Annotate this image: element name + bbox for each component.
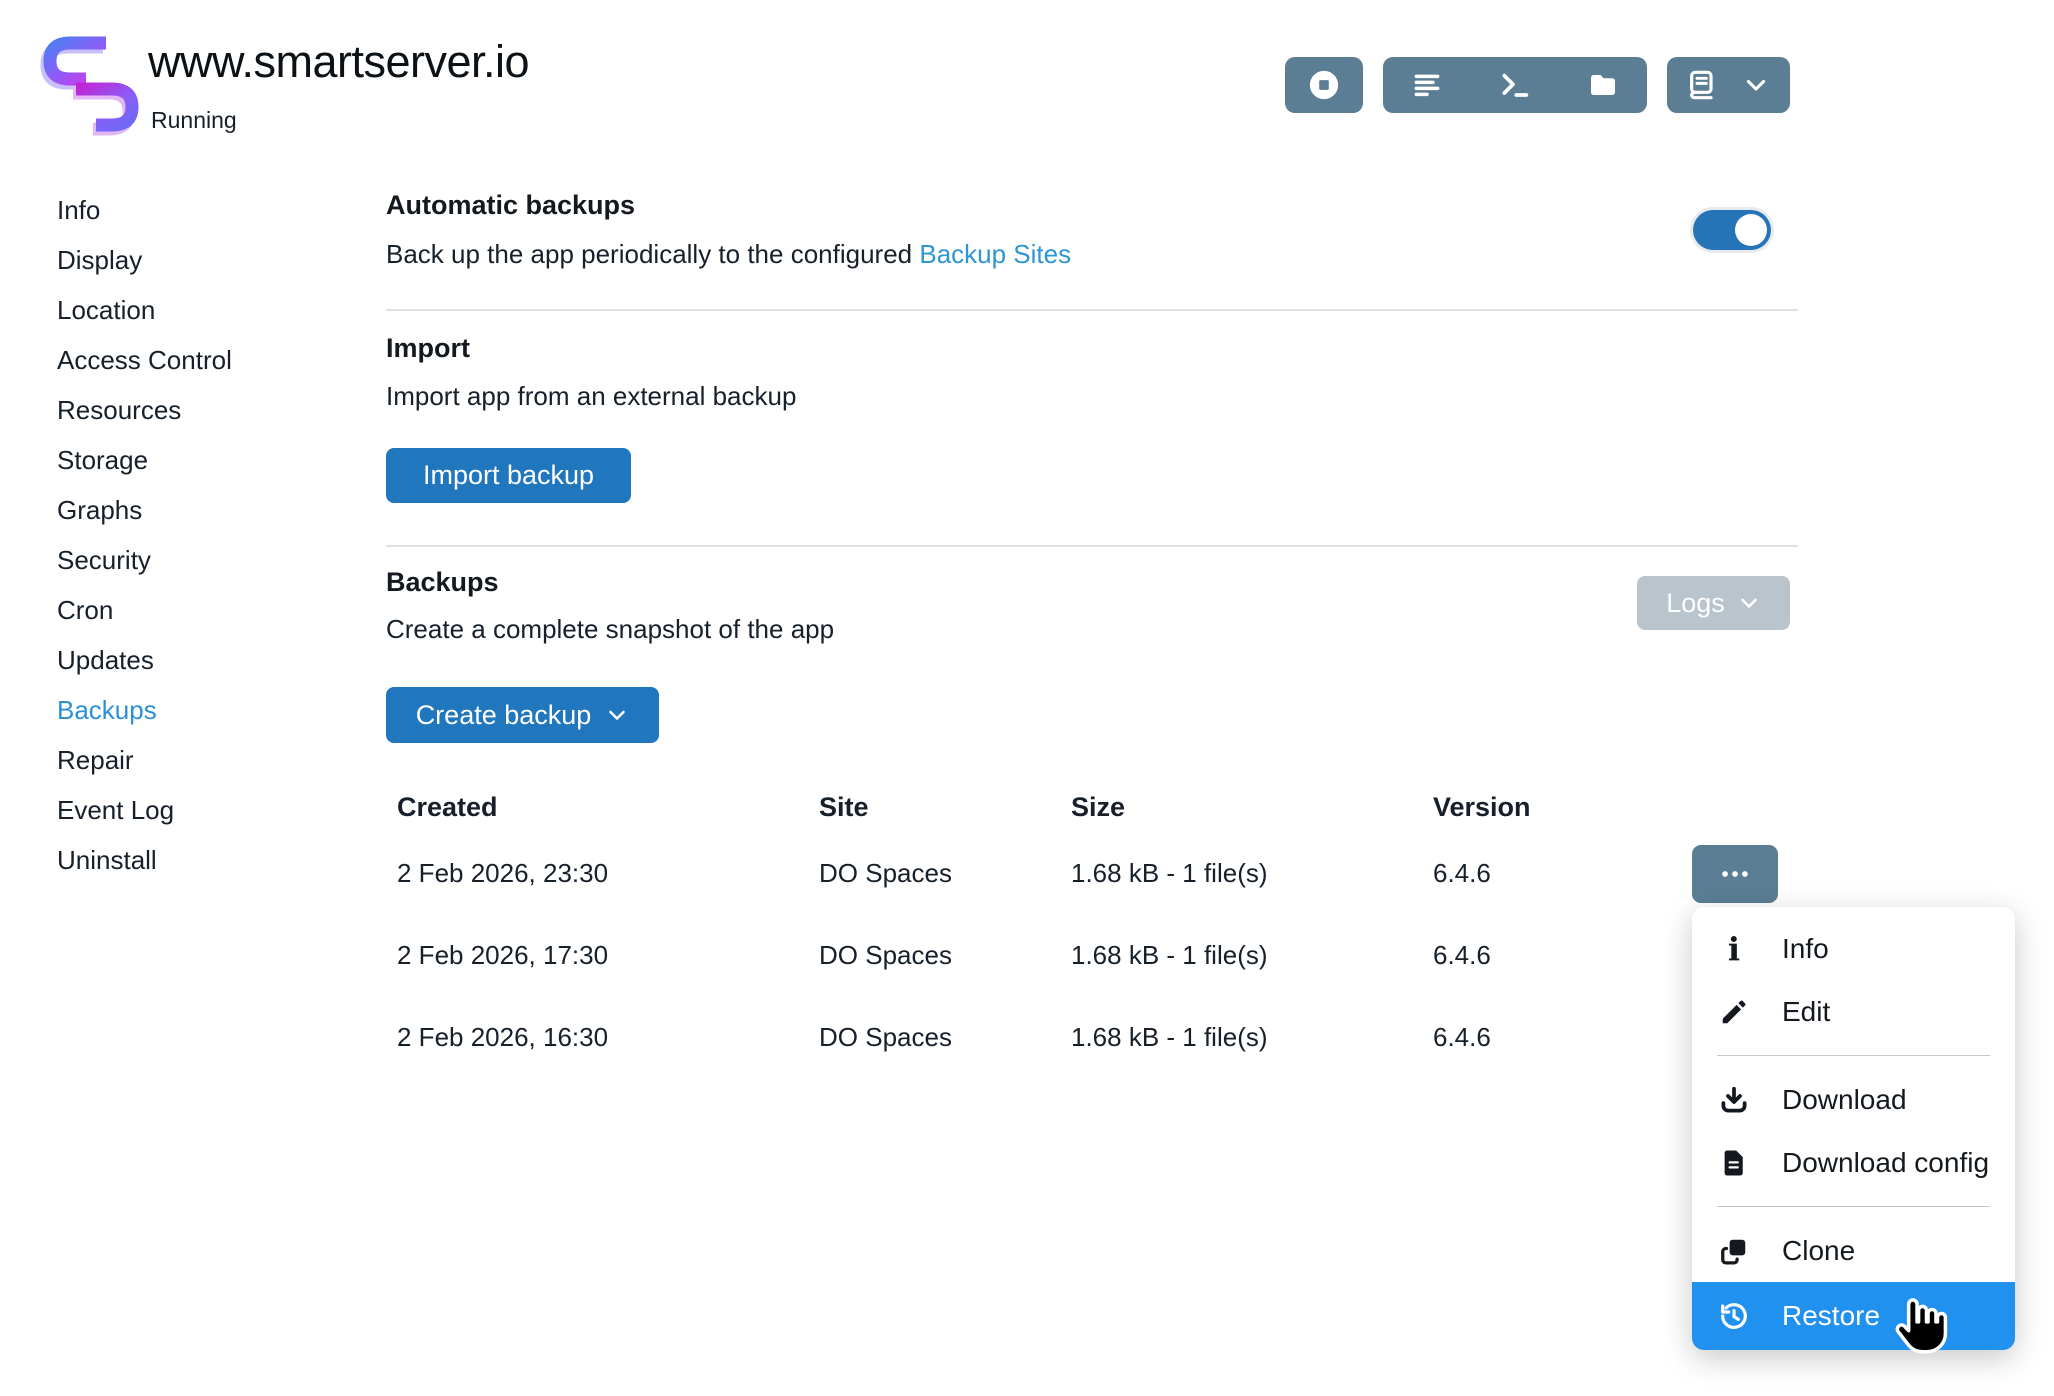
menu-item-label: Download bbox=[1782, 1084, 1907, 1116]
table-header-created: Created bbox=[397, 792, 819, 823]
table-header-site: Site bbox=[819, 792, 1071, 823]
cell-size: 1.68 kB - 1 file(s) bbox=[1071, 858, 1433, 889]
backup-actions-menu: i Info Edit Download bbox=[1692, 907, 2015, 1350]
import-description: Import app from an external backup bbox=[386, 381, 796, 412]
sidebar-item-uninstall[interactable]: Uninstall bbox=[57, 835, 327, 885]
logs-dropdown-button[interactable]: Logs bbox=[1637, 576, 1790, 630]
toolbar-group-docs bbox=[1667, 57, 1790, 113]
cell-size: 1.68 kB - 1 file(s) bbox=[1071, 1022, 1433, 1053]
sidebar-item-resources[interactable]: Resources bbox=[57, 385, 327, 435]
logs-icon bbox=[1411, 69, 1443, 101]
chevron-down-icon bbox=[1737, 591, 1761, 615]
ellipsis-icon bbox=[1718, 857, 1752, 891]
clone-icon bbox=[1716, 1236, 1752, 1266]
file-icon bbox=[1716, 1148, 1752, 1178]
menu-divider bbox=[1717, 1206, 1990, 1207]
pencil-icon bbox=[1716, 997, 1752, 1027]
menu-item-info[interactable]: i Info bbox=[1692, 917, 2015, 980]
import-backup-button[interactable]: Import backup bbox=[386, 448, 631, 503]
backups-title: Backups bbox=[386, 567, 499, 598]
cell-created: 2 Feb 2026, 17:30 bbox=[397, 940, 819, 971]
menu-item-download[interactable]: Download bbox=[1692, 1068, 2015, 1131]
chevron-down-icon bbox=[605, 703, 629, 727]
logs-button[interactable] bbox=[1383, 57, 1471, 113]
menu-item-restore[interactable]: Restore bbox=[1692, 1282, 2015, 1350]
status-label: Running bbox=[151, 107, 237, 134]
stop-button[interactable] bbox=[1285, 57, 1363, 113]
cell-created: 2 Feb 2026, 16:30 bbox=[397, 1022, 819, 1053]
sidebar-item-cron[interactable]: Cron bbox=[57, 585, 327, 635]
backups-table: Created Site Size Version 2 Feb 2026, 23… bbox=[386, 782, 1790, 1078]
download-icon bbox=[1716, 1085, 1752, 1115]
cell-size: 1.68 kB - 1 file(s) bbox=[1071, 940, 1433, 971]
toolbar bbox=[1285, 57, 1790, 113]
app-logo-icon bbox=[40, 30, 142, 138]
section-divider bbox=[386, 545, 1798, 547]
toolbar-group-power bbox=[1285, 57, 1363, 113]
import-backup-button-label: Import backup bbox=[423, 460, 594, 491]
auto-backups-description-text: Back up the app periodically to the conf… bbox=[386, 239, 912, 269]
table-header-row: Created Site Size Version bbox=[386, 782, 1790, 832]
menu-item-download-config[interactable]: Download config bbox=[1692, 1131, 2015, 1194]
sidebar-item-repair[interactable]: Repair bbox=[57, 735, 327, 785]
cell-created: 2 Feb 2026, 23:30 bbox=[397, 858, 819, 889]
app-settings-page: www.smartserver.io Running bbox=[0, 0, 2054, 1396]
table-header-version: Version bbox=[1433, 792, 1790, 823]
cell-site: DO Spaces bbox=[819, 940, 1071, 971]
menu-item-label: Edit bbox=[1782, 996, 1830, 1028]
terminal-icon bbox=[1499, 69, 1531, 101]
table-row: 2 Feb 2026, 23:30 DO Spaces 1.68 kB - 1 … bbox=[386, 832, 1790, 914]
chevron-down-icon bbox=[1742, 71, 1770, 99]
sidebar-item-storage[interactable]: Storage bbox=[57, 435, 327, 485]
backup-sites-link[interactable]: Backup Sites bbox=[919, 239, 1071, 269]
restore-icon bbox=[1716, 1300, 1752, 1332]
folder-icon bbox=[1587, 69, 1619, 101]
row-actions-button[interactable] bbox=[1692, 845, 1778, 903]
page-title: www.smartserver.io bbox=[148, 36, 529, 88]
menu-divider bbox=[1717, 1055, 1990, 1056]
terminal-button[interactable] bbox=[1471, 57, 1559, 113]
files-button[interactable] bbox=[1559, 57, 1647, 113]
auto-backups-title: Automatic backups bbox=[386, 190, 635, 221]
toggle-knob bbox=[1735, 214, 1767, 246]
sidebar-item-graphs[interactable]: Graphs bbox=[57, 485, 327, 535]
logs-dropdown-label: Logs bbox=[1666, 588, 1725, 619]
sidebar-nav: Info Display Location Access Control Res… bbox=[57, 185, 327, 885]
menu-item-label: Download config bbox=[1782, 1147, 1989, 1179]
docs-button[interactable] bbox=[1674, 57, 1729, 113]
cell-site: DO Spaces bbox=[819, 858, 1071, 889]
backups-description: Create a complete snapshot of the app bbox=[386, 614, 834, 645]
cell-site: DO Spaces bbox=[819, 1022, 1071, 1053]
sidebar-item-backups[interactable]: Backups bbox=[57, 685, 327, 735]
docs-menu-button[interactable] bbox=[1729, 57, 1784, 113]
table-row: 2 Feb 2026, 17:30 DO Spaces 1.68 kB - 1 … bbox=[386, 914, 1790, 996]
create-backup-button[interactable]: Create backup bbox=[386, 687, 659, 743]
section-divider bbox=[386, 309, 1798, 311]
import-title: Import bbox=[386, 333, 470, 364]
sidebar-item-location[interactable]: Location bbox=[57, 285, 327, 335]
menu-item-label: Restore bbox=[1782, 1300, 1880, 1332]
sidebar-item-updates[interactable]: Updates bbox=[57, 635, 327, 685]
menu-item-edit[interactable]: Edit bbox=[1692, 980, 2015, 1043]
info-icon: i bbox=[1716, 933, 1752, 965]
sidebar-item-event-log[interactable]: Event Log bbox=[57, 785, 327, 835]
toolbar-group-tools bbox=[1383, 57, 1647, 113]
menu-item-clone[interactable]: Clone bbox=[1692, 1219, 2015, 1282]
auto-backups-toggle[interactable] bbox=[1693, 210, 1771, 250]
menu-item-label: Info bbox=[1782, 933, 1829, 965]
sidebar-item-security[interactable]: Security bbox=[57, 535, 327, 585]
stop-icon bbox=[1307, 68, 1341, 102]
auto-backups-description: Back up the app periodically to the conf… bbox=[386, 239, 1071, 270]
book-icon bbox=[1685, 69, 1717, 101]
table-header-size: Size bbox=[1071, 792, 1433, 823]
sidebar-item-access-control[interactable]: Access Control bbox=[57, 335, 327, 385]
sidebar-item-info[interactable]: Info bbox=[57, 185, 327, 235]
create-backup-button-label: Create backup bbox=[416, 700, 592, 731]
menu-item-label: Clone bbox=[1782, 1235, 1855, 1267]
table-row: 2 Feb 2026, 16:30 DO Spaces 1.68 kB - 1 … bbox=[386, 996, 1790, 1078]
sidebar-item-display[interactable]: Display bbox=[57, 235, 327, 285]
